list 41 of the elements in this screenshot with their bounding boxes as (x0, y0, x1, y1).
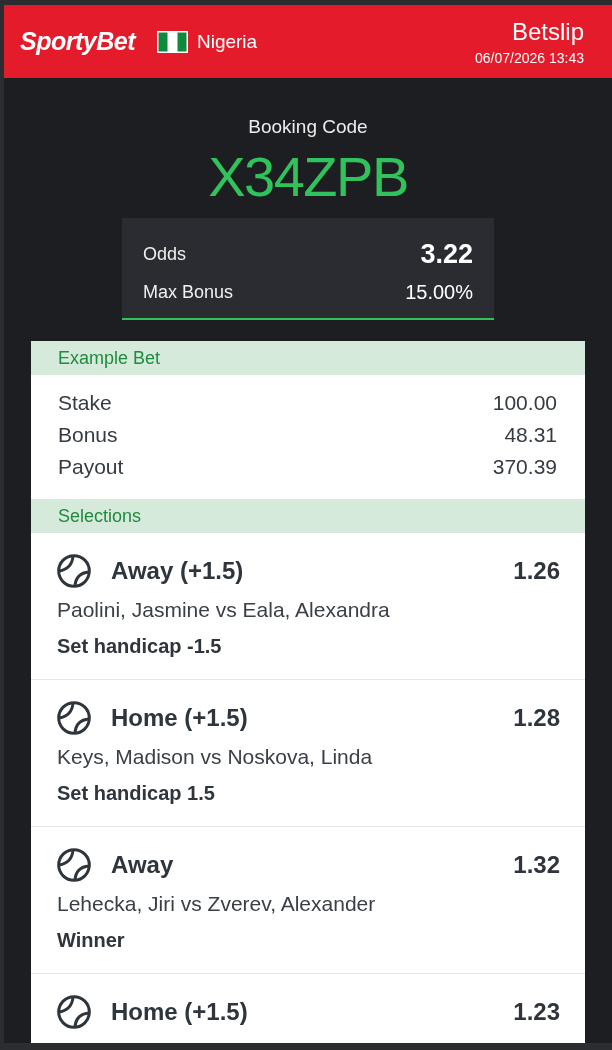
selection-odds: 1.28 (513, 704, 560, 732)
selection-row[interactable]: Home (+1.5) 1.23 (31, 974, 585, 1043)
tennis-ball-icon (57, 701, 91, 735)
example-label: Bonus (58, 423, 118, 447)
tennis-ball-icon (57, 554, 91, 588)
selection-odds: 1.32 (513, 851, 560, 879)
example-label: Stake (58, 391, 112, 415)
example-value: 48.31 (504, 423, 557, 447)
market-name: Set handicap -1.5 (57, 634, 223, 659)
match-name: Lehecka, Jiri vs Zverev, Alexander (57, 891, 377, 917)
booking-code-label: Booking Code (248, 117, 368, 137)
page-title: Betslip (511, 16, 584, 47)
selection-pick: Away (+1.5) (111, 557, 244, 585)
selection-pick: Home (+1.5) (111, 998, 248, 1026)
summary-label: Odds (143, 243, 187, 265)
date-time: 06/07/2026 13:43 (475, 48, 584, 67)
example-label: Payout (58, 455, 124, 479)
example-value: 370.39 (492, 455, 557, 479)
selection-odds: 1.26 (513, 557, 560, 585)
selection-row[interactable]: Away (+1.5) 1.26 Paolini, Jasmine vs Eala, Alexandra Set handicap -1.5 (31, 533, 585, 680)
section-header: Example Bet (31, 341, 585, 375)
match-name: Keys, Madison vs Noskova, Linda (57, 744, 374, 770)
tennis-ball-icon (57, 995, 91, 1029)
summary-value: 15.00% (405, 280, 473, 304)
flag-icon (156, 30, 188, 53)
selection-pick: Away (111, 851, 174, 879)
selection-row[interactable]: Away 1.32 Lehecka, Jiri vs Zverev, Alexander Winner (31, 827, 585, 974)
example-value: 100.00 (492, 391, 557, 415)
summary-value: 3.22 (420, 238, 473, 270)
brand-logo: SportyBet (20, 27, 135, 56)
country-label: Nigeria (196, 30, 258, 53)
selection-pick: Home (+1.5) (111, 704, 248, 732)
section-header: Selections (31, 499, 585, 533)
summary-label: Max Bonus (143, 281, 234, 303)
selection-odds: 1.23 (513, 998, 560, 1026)
match-name: Paolini, Jasmine vs Eala, Alexandra (57, 597, 391, 623)
market-name: Winner (57, 928, 126, 953)
selection-row[interactable]: Home (+1.5) 1.28 Keys, Madison vs Noskova, Linda Set handicap 1.5 (31, 680, 585, 827)
booking-code: X34ZPB (208, 147, 408, 207)
market-name: Set handicap 1.5 (57, 781, 216, 806)
tennis-ball-icon (57, 848, 91, 882)
